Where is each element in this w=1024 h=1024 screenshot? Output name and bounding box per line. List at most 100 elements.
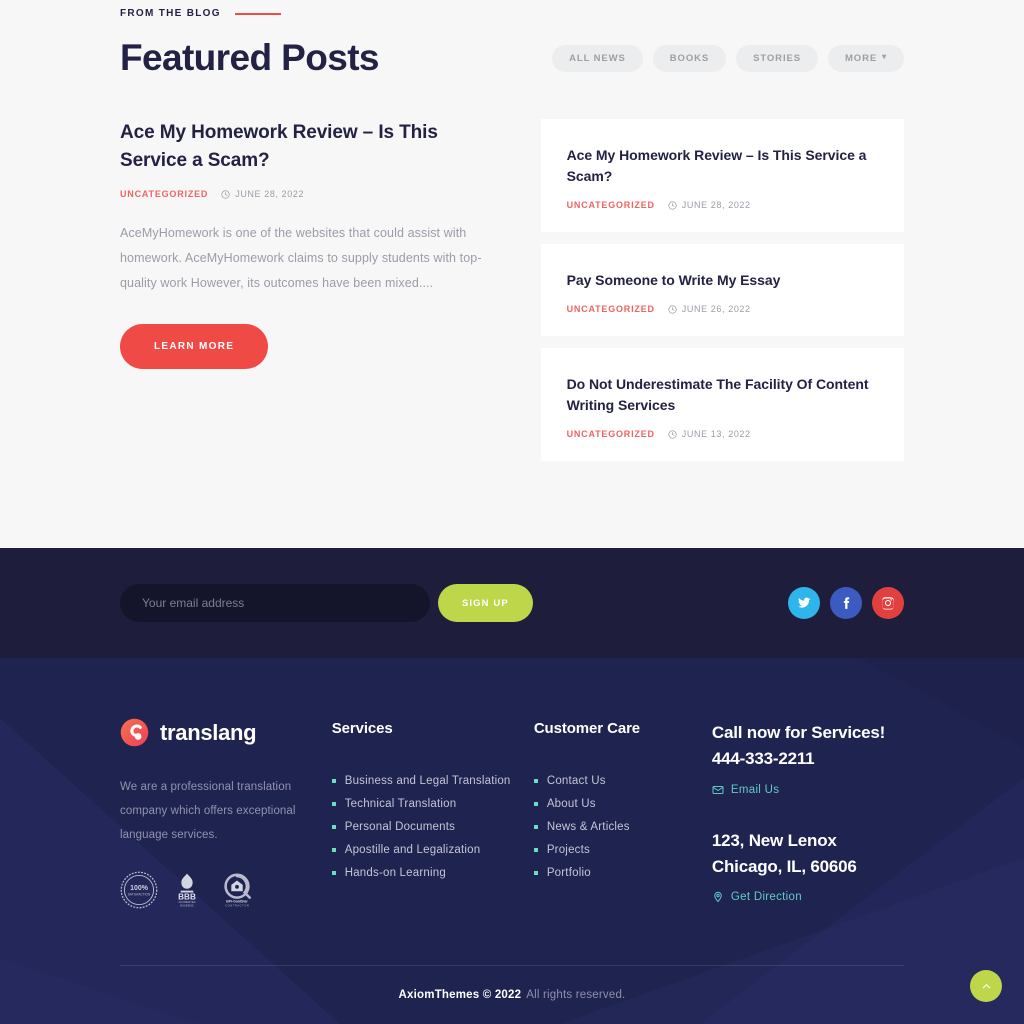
list-item[interactable]: Technical Translation [331, 798, 524, 810]
footer-link[interactable]: Contact Us [547, 775, 606, 787]
list-item[interactable]: Contact Us [533, 775, 702, 787]
post-card-date-label: JUNE 28, 2022 [681, 200, 751, 210]
post-card-list: Ace My Homework Review – Is This Service… [540, 119, 904, 473]
section-header-row: Featured Posts ALL NEWS BOOKS STORIES MO… [120, 37, 904, 79]
call-now-line-1: Call now for Services! [711, 723, 886, 742]
post-card[interactable]: Ace My Homework Review – Is This Service… [540, 119, 904, 232]
social-links [788, 587, 904, 619]
list-item[interactable]: Apostille and Legalization [331, 844, 524, 856]
post-card[interactable]: Pay Someone to Write My Essay UNCATEGORI… [540, 244, 904, 336]
instagram-icon [882, 597, 894, 610]
filter-tab-books-label: BOOKS [669, 52, 710, 64]
post-card-date-label: JUNE 26, 2022 [681, 304, 751, 314]
footer-logo-text: translang [160, 719, 257, 745]
footer-brand-description: We are a professional translation compan… [120, 781, 296, 842]
subscribe-form: SIGN UP [120, 584, 533, 622]
list-item[interactable]: News & Articles [533, 821, 702, 833]
email-us-link[interactable]: Email Us [712, 784, 904, 796]
phone-number[interactable]: 444-333-2211 [712, 746, 904, 772]
map-pin-icon [714, 892, 722, 903]
email-us-label: Email Us [730, 783, 780, 796]
footer-brand-column: translang We are a professional translat… [120, 718, 322, 909]
clock-icon [668, 200, 677, 210]
clock-icon [668, 429, 677, 439]
list-item[interactable]: About Us [533, 798, 702, 810]
page-title: Featured Posts [120, 37, 380, 78]
social-link-instagram[interactable] [872, 587, 904, 619]
chevron-down-icon: ▾ [882, 52, 887, 61]
post-card-title[interactable]: Do Not Underestimate The Facility Of Con… [567, 374, 878, 416]
section-eyebrow: FROM THE BLOG [120, 0, 904, 19]
filter-tab-stories[interactable]: STORIES [736, 44, 818, 72]
bullet-icon [533, 779, 538, 783]
svg-text:SATISFACTION: SATISFACTION [128, 893, 151, 897]
list-item[interactable]: Hands-on Learning [331, 867, 524, 879]
filter-tab-all-news[interactable]: ALL NEWS [552, 44, 643, 72]
footer-link[interactable]: Portfolio [547, 867, 591, 879]
list-item[interactable]: Portfolio [533, 867, 702, 879]
bpi-goldstar-badge-icon: BPI-GoldStar C O N T R A C T O R [224, 873, 251, 908]
get-direction-link[interactable]: Get Direction [712, 891, 904, 903]
footer-link[interactable]: Business and Legal Translation [345, 775, 511, 787]
social-link-facebook[interactable] [830, 587, 862, 619]
filter-tab-more-label: MORE [844, 52, 878, 64]
site-footer: translang We are a professional translat… [0, 658, 1024, 1024]
post-card-category[interactable]: UNCATEGORIZED [567, 200, 655, 210]
footer-link[interactable]: About Us [547, 798, 596, 810]
footer-link[interactable]: News & Articles [547, 821, 630, 833]
post-card[interactable]: Do Not Underestimate The Facility Of Con… [540, 348, 904, 461]
copyright-bar: AxiomThemes © 2022 All rights reserved. [0, 966, 1024, 1024]
list-item[interactable]: Business and Legal Translation [331, 775, 524, 787]
bullet-icon [533, 802, 538, 806]
filter-tab-more[interactable]: MORE ▾ [827, 44, 904, 72]
sign-up-button[interactable]: SIGN UP [438, 584, 533, 622]
footer-customer-care-list: Contact Us About Us News & Articles Proj… [533, 775, 702, 879]
post-card-date: JUNE 28, 2022 [668, 200, 751, 210]
svg-text:C O N T R A C T O R: C O N T R A C T O R [225, 905, 249, 908]
footer-link[interactable]: Projects [547, 844, 590, 856]
scroll-to-top-button[interactable] [970, 970, 1002, 1002]
footer-link[interactable]: Hands-on Learning [345, 867, 446, 879]
featured-post-category[interactable]: UNCATEGORIZED [120, 189, 208, 199]
bullet-icon [533, 871, 538, 875]
svg-text:100%: 100% [130, 885, 148, 892]
email-input[interactable] [120, 584, 430, 622]
post-card-category[interactable]: UNCATEGORIZED [567, 429, 655, 439]
copyright-owner: AxiomThemes © 2022 [398, 989, 522, 1001]
list-item[interactable]: Personal Documents [331, 821, 524, 833]
post-card-category[interactable]: UNCATEGORIZED [567, 304, 655, 314]
featured-post-excerpt: AceMyHomework is one of the websites tha… [120, 226, 482, 291]
featured-posts-section: FROM THE BLOG Featured Posts ALL NEWS BO… [0, 0, 1024, 548]
post-card-meta: UNCATEGORIZED JUNE 26, 2022 [567, 304, 878, 314]
eyebrow-label: FROM THE BLOG [120, 8, 221, 19]
post-card-title[interactable]: Ace My Homework Review – Is This Service… [567, 145, 878, 187]
footer-customer-care-title: Customer Care [533, 720, 641, 737]
featured-post-date: JUNE 28, 2022 [221, 189, 304, 199]
post-card-date-label: JUNE 13, 2022 [681, 429, 751, 439]
social-link-twitter[interactable] [788, 587, 820, 619]
footer-services-column: Services Business and Legal Translation … [331, 718, 524, 909]
bullet-icon [331, 848, 336, 852]
footer-logo[interactable]: translang [120, 718, 322, 747]
footer-services-title: Services [331, 720, 393, 737]
address-heading: 123, New Lenox Chicago, IL, 60606 [712, 828, 904, 881]
footer-address-block: 123, New Lenox Chicago, IL, 60606 Get Di… [712, 828, 904, 904]
footer-link[interactable]: Personal Documents [345, 821, 455, 833]
filter-tabs: ALL NEWS BOOKS STORIES MORE ▾ [552, 44, 904, 72]
footer-services-list: Business and Legal Translation Technical… [331, 775, 524, 879]
post-card-meta: UNCATEGORIZED JUNE 13, 2022 [567, 429, 878, 439]
bullet-icon [533, 825, 538, 829]
translang-logo-icon [120, 718, 149, 747]
featured-post-title[interactable]: Ace My Homework Review – Is This Service… [120, 119, 501, 174]
post-card-title[interactable]: Pay Someone to Write My Essay [567, 270, 878, 291]
filter-tab-all-news-label: ALL NEWS [569, 52, 626, 64]
svg-text:ACCREDITED: ACCREDITED [178, 901, 195, 905]
filter-tab-books[interactable]: BOOKS [652, 44, 727, 72]
bullet-icon [331, 825, 336, 829]
footer-link[interactable]: Technical Translation [345, 798, 457, 810]
call-now-heading: Call now for Services! 444-333-2211 [712, 720, 904, 773]
footer-link[interactable]: Apostille and Legalization [345, 844, 481, 856]
get-direction-label: Get Direction [730, 891, 802, 904]
learn-more-button[interactable]: LEARN MORE [120, 324, 269, 370]
list-item[interactable]: Projects [533, 844, 702, 856]
